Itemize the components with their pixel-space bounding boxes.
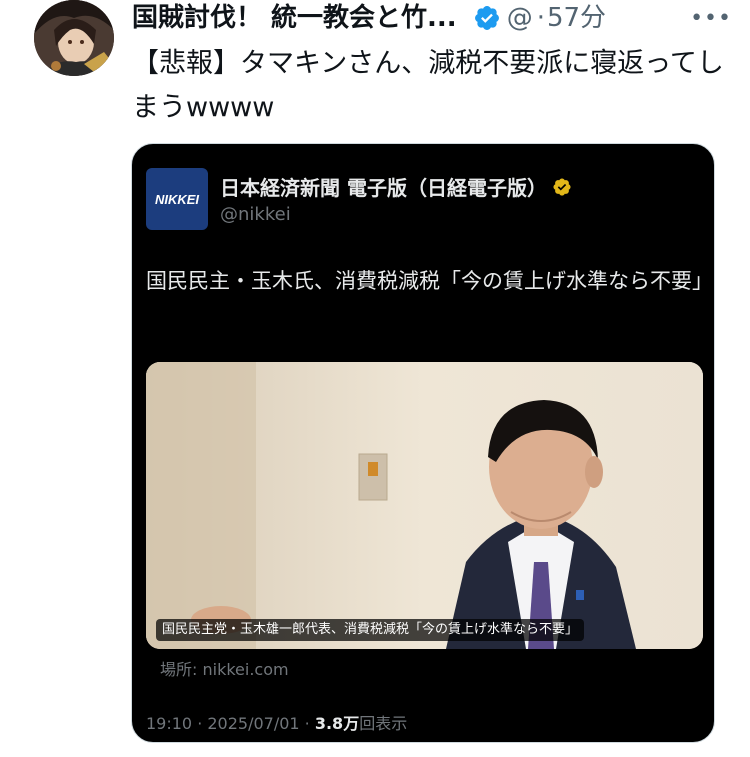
verified-badge-icon [473,4,501,32]
quoted-timestamp[interactable]: 19:10 · 2025/07/01 · [146,714,315,733]
tweet-text: 【悲報】タマキンさん、減税不要派に寝返ってしまうwwww [132,48,724,123]
tweet[interactable]: 国賊討伐！ 統一教会と竹... @ · 57分 ••• 【悲報】タマキンさん、減… [0,0,750,757]
image-caption: 国民民主党・玉木雄一郎代表、消費税減税「今の賃上げ水準なら不要」 [156,619,585,641]
views-label: 回表示 [359,714,408,733]
quoted-footer: 19:10 · 2025/07/01 · 3.8万回表示 [146,710,407,734]
more-icon[interactable]: ••• [690,2,732,36]
quoted-display-name[interactable]: 日本経済新聞 電子版（日経電子版） [220,172,547,201]
timestamp[interactable]: 57分 [547,1,606,35]
views-count: 3.8万 [314,714,360,733]
quoted-handle[interactable]: @nikkei [220,204,291,225]
link-source[interactable]: 場所: nikkei.com [160,656,289,680]
tweet-header: 国賊討伐！ 統一教会と竹... @ · 57分 ••• [132,0,732,36]
avatar-image [34,0,114,76]
handle[interactable]: @ [507,1,533,35]
gold-verified-badge-icon [552,177,572,197]
article-photo [146,362,703,649]
separator: · [536,3,545,33]
avatar[interactable] [34,0,114,76]
quoted-tweet-card[interactable]: NIKKEI 日本経済新聞 電子版（日経電子版） @nikkei 国民民主・玉木… [131,143,715,743]
nikkei-logo[interactable]: NIKKEI [146,168,208,230]
display-name[interactable]: 国賊討伐！ 統一教会と竹... [132,1,457,35]
article-image[interactable]: 国民民主党・玉木雄一郎代表、消費税減税「今の賃上げ水準なら不要」 [146,362,703,649]
quoted-text: 国民民主・玉木氏、消費税減税「今の賃上げ水準なら不要」 [146,269,713,293]
quoted-author-row: 日本経済新聞 電子版（日経電子版） [220,172,572,201]
